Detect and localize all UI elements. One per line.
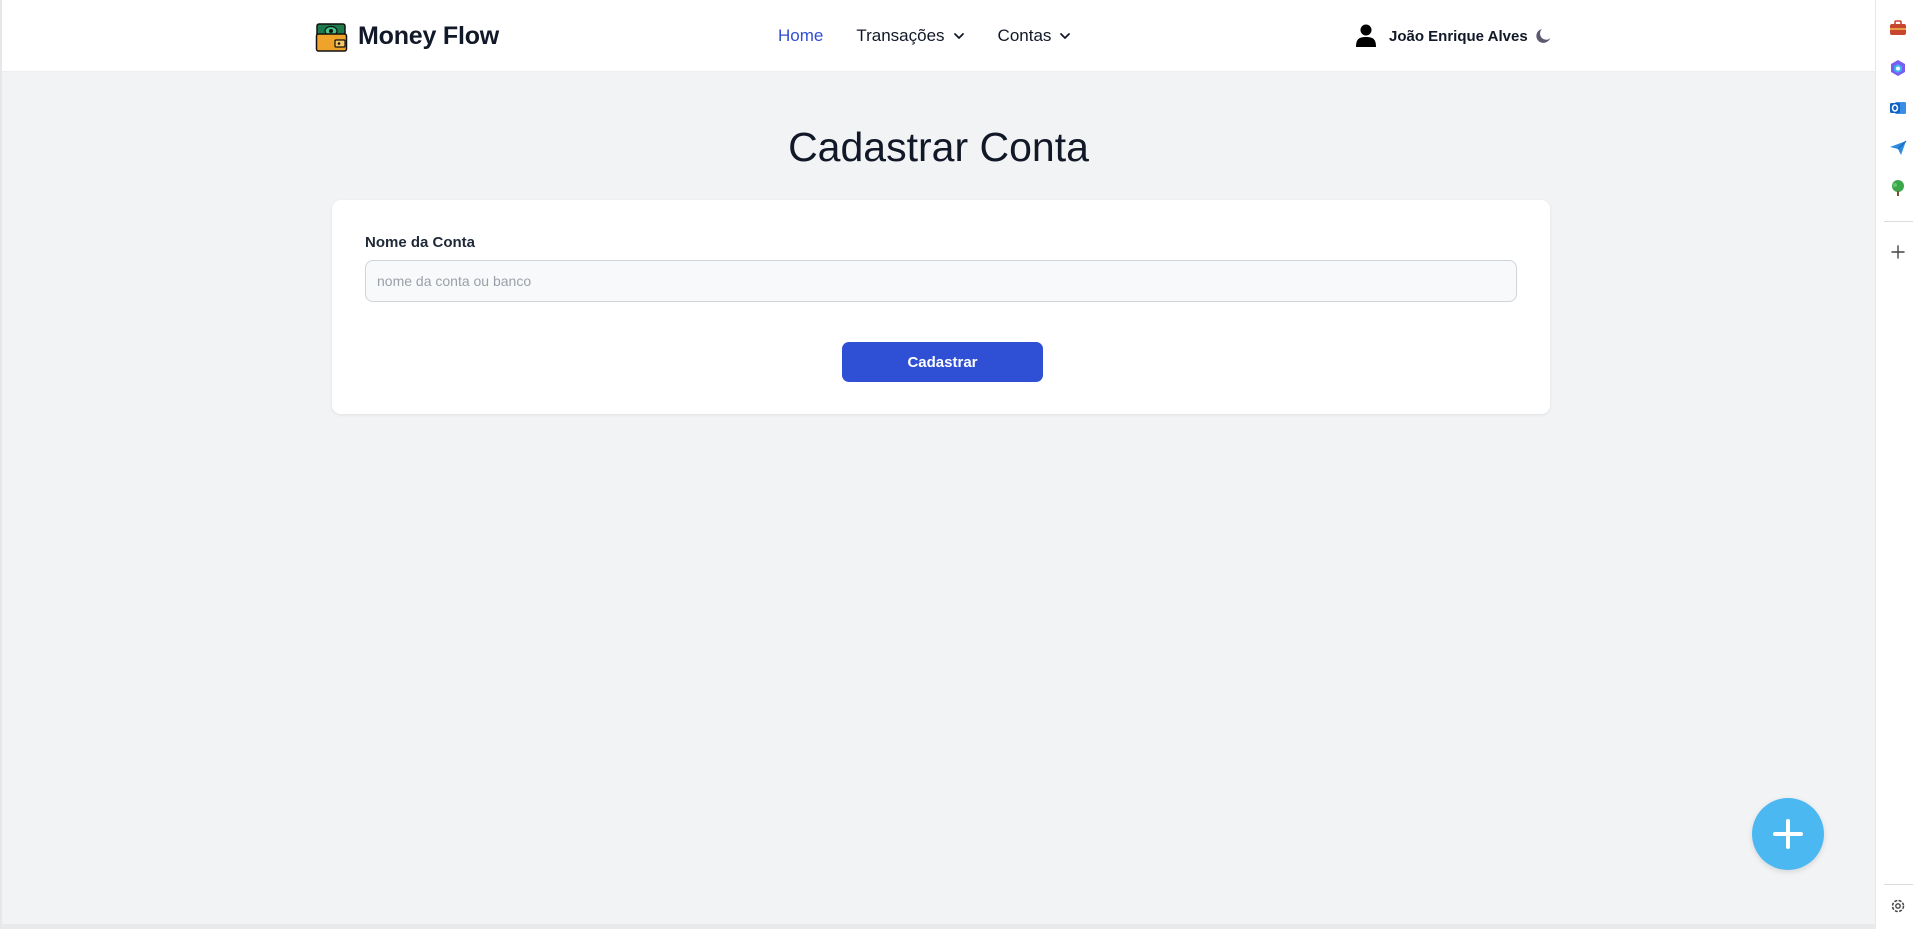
user-name: João Enrique Alves [1389,27,1528,45]
browser-sidebar [1878,0,1919,929]
cadastrar-button[interactable]: Cadastrar [842,342,1043,382]
user-menu[interactable]: João Enrique Alves [1355,23,1528,49]
copilot-icon[interactable] [1888,58,1908,78]
page-title: Cadastrar Conta [788,124,1089,170]
nav-transacoes-label: Transações [856,26,945,45]
navbar: Money Flow Home Transações Contas João E… [2,0,1875,72]
account-name-input[interactable] [365,260,1517,302]
send-icon[interactable] [1888,138,1908,158]
account-form-card: Nome da Conta Cadastrar [332,200,1550,414]
nav-contas-label: Contas [997,26,1052,45]
account-name-label: Nome da Conta [365,234,476,251]
plus-icon [1773,819,1803,849]
nav-home[interactable]: Home [778,26,823,46]
moon-icon[interactable] [1535,27,1553,45]
nav-contas-dropdown[interactable]: Contas [998,26,1072,46]
settings-icon[interactable] [1888,896,1908,916]
main-nav: Home Transações Contas [778,24,1071,48]
briefcase-icon[interactable] [1888,18,1908,38]
add-fab-button[interactable] [1752,798,1824,870]
outlook-icon[interactable] [1888,98,1908,118]
tree-icon[interactable] [1888,178,1908,198]
brand-name: Money Flow [358,21,500,50]
nav-home-label: Home [778,26,824,45]
sidebar-divider [1884,221,1913,222]
sidebar-divider [1884,884,1913,885]
chevron-down-icon [953,33,964,39]
wallet-money-logo-icon [315,22,348,52]
chevron-down-icon [1060,33,1071,39]
user-icon [1356,24,1376,47]
add-icon[interactable] [1888,242,1908,262]
app-window: Money Flow Home Transações Contas João E… [0,0,1876,929]
nav-transacoes-dropdown[interactable]: Transações [856,26,964,46]
brand[interactable]: Money Flow [315,18,499,54]
